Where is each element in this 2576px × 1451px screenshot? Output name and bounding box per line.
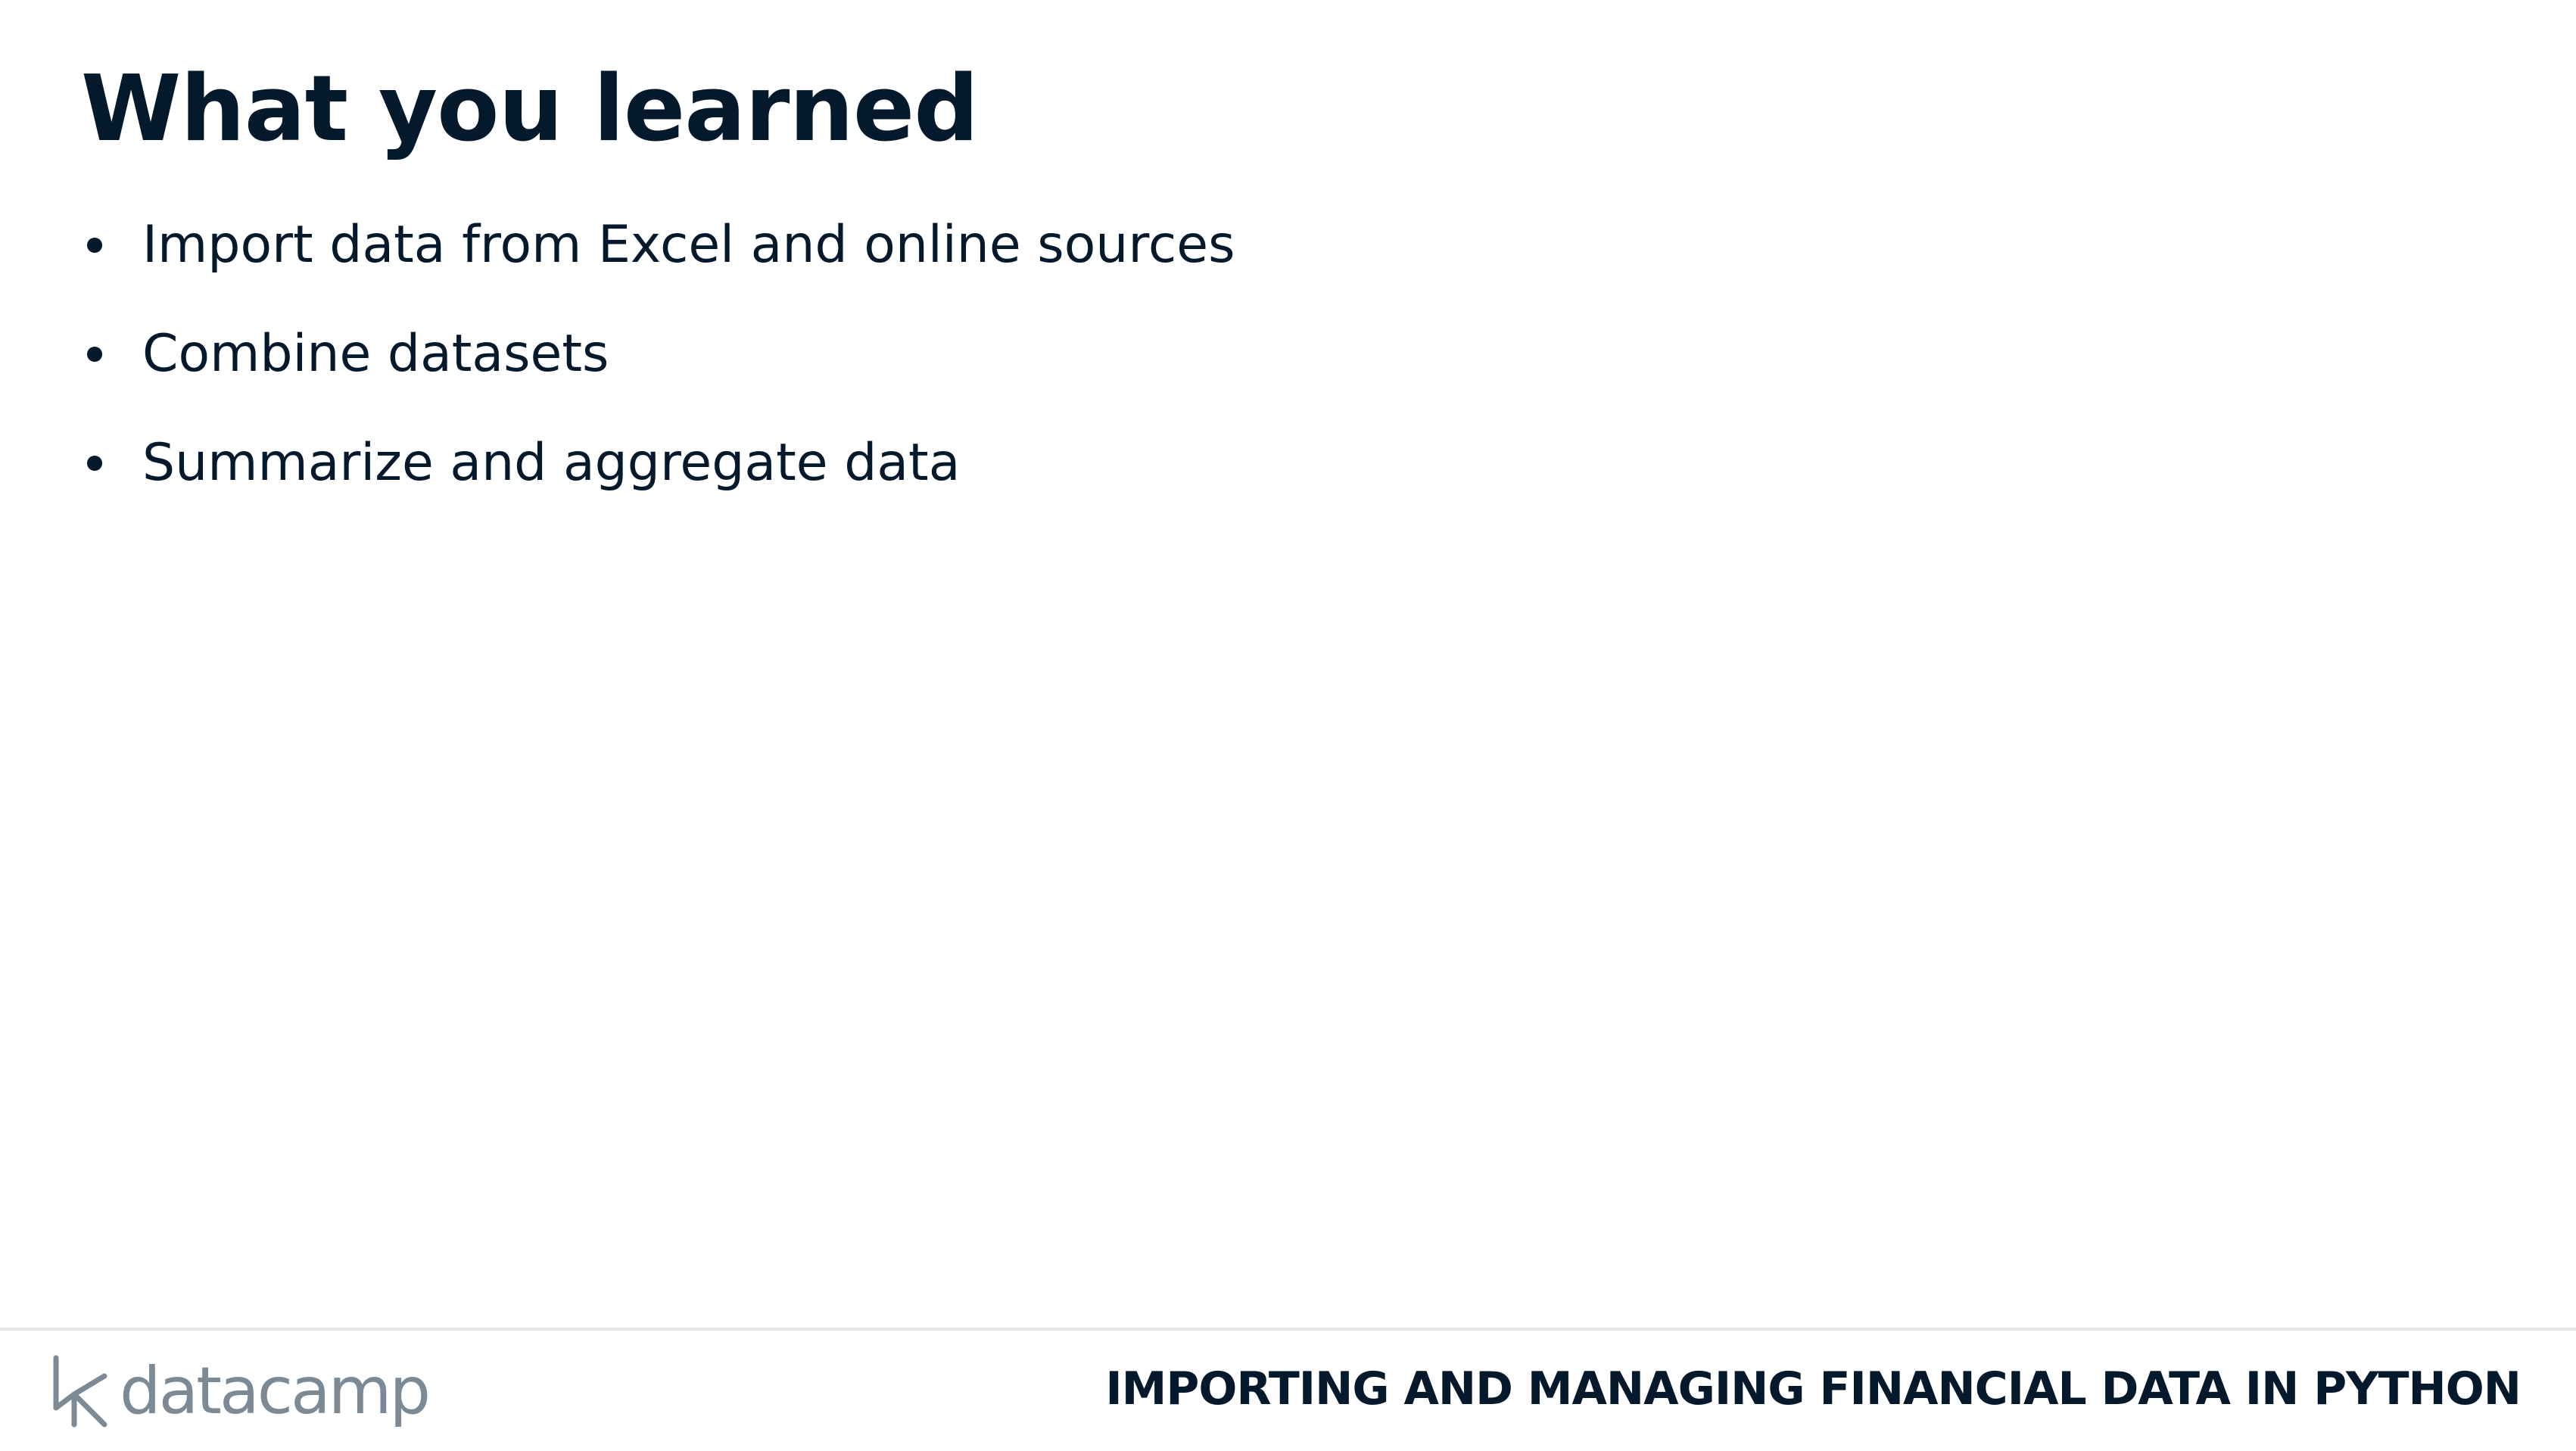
bullet-text: Summarize and aggregate data: [142, 433, 961, 493]
bullet-text: Combine datasets: [142, 324, 609, 384]
list-item: Import data from Excel and online source…: [81, 191, 1235, 300]
logo-text: datacamp: [120, 1353, 431, 1429]
list-item: Combine datasets: [81, 300, 1235, 409]
bullet-icon: [87, 456, 102, 471]
bullet-icon: [87, 347, 102, 362]
footer-divider: [0, 1328, 2576, 1331]
bullet-list: Import data from Excel and online source…: [81, 191, 1235, 518]
bullet-icon: [87, 238, 102, 253]
slide-title: What you learned: [81, 57, 979, 162]
list-item: Summarize and aggregate data: [81, 409, 1235, 518]
datacamp-logo-icon: [53, 1355, 107, 1428]
course-title: IMPORTING AND MANAGING FINANCIAL DATA IN…: [1105, 1362, 2521, 1415]
bullet-text: Import data from Excel and online source…: [142, 215, 1235, 275]
datacamp-logo: datacamp: [51, 1350, 431, 1433]
